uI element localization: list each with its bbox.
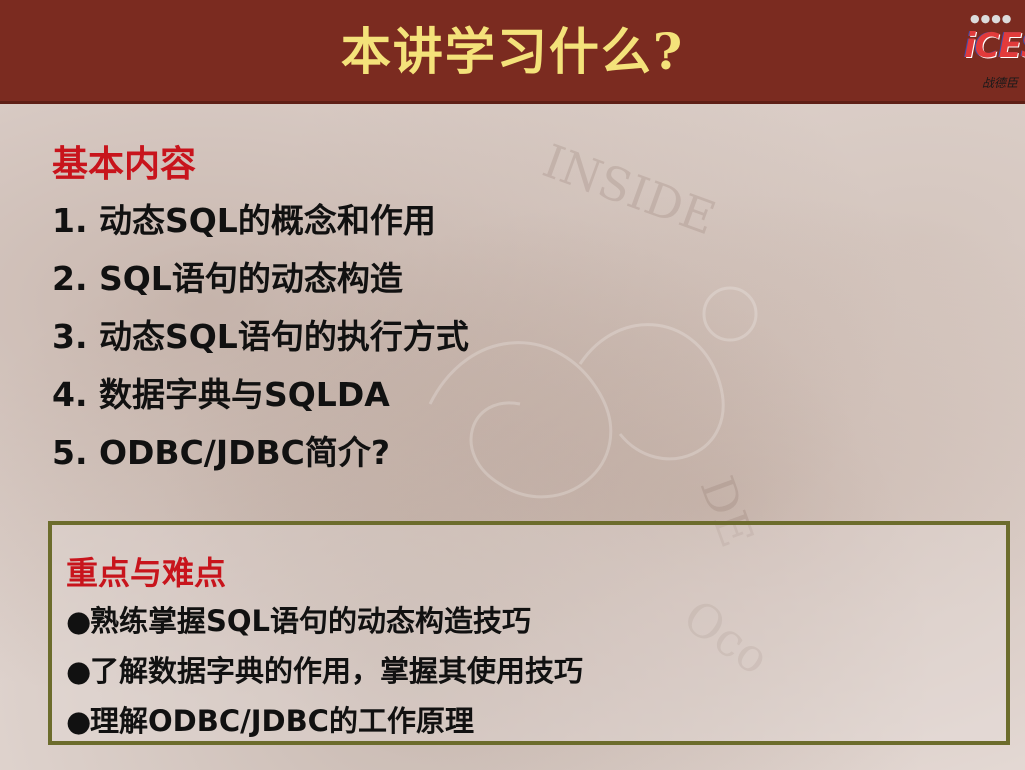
- key-points-list: ●熟练掌握SQL语句的动态构造技巧 ●了解数据字典的作用，掌握其使用技巧 ●理解…: [66, 599, 583, 749]
- basic-content-heading: 基本内容: [52, 144, 197, 185]
- key-points-heading: 重点与难点: [66, 554, 227, 592]
- bullet-icon: ●: [66, 704, 92, 738]
- logo-subtitle: 战德臣: [982, 76, 1019, 90]
- key-points-box: 重点与难点 ●熟练掌握SQL语句的动态构造技巧 ●了解数据字典的作用，掌握其使用…: [48, 521, 1010, 745]
- ices-logo: ●●●● iCES 战德臣: [962, 8, 1025, 94]
- key-point-text: 熟练掌握SQL语句的动态构造技巧: [90, 604, 532, 638]
- list-item: 2. SQL语句的动态构造: [52, 259, 403, 298]
- slide-title: 本讲学习什么?: [340, 22, 685, 81]
- bullet-icon: ●: [66, 654, 92, 688]
- list-item: 3. 动态SQL语句的执行方式: [52, 317, 469, 356]
- key-point-text: 了解数据字典的作用，掌握其使用技巧: [90, 654, 584, 688]
- logo-text: iCES: [964, 26, 1025, 66]
- list-item: ●熟练掌握SQL语句的动态构造技巧: [66, 599, 583, 649]
- list-item: ●了解数据字典的作用，掌握其使用技巧: [66, 649, 583, 699]
- basic-content-list: 1. 动态SQL的概念和作用 2. SQL语句的动态构造 3. 动态SQL语句的…: [52, 196, 469, 486]
- logo-dots-icon: ●●●●: [970, 12, 1013, 25]
- bullet-icon: ●: [66, 604, 92, 638]
- list-item: 5. ODBC/JDBC简介?: [52, 433, 391, 472]
- list-item: 1. 动态SQL的概念和作用: [52, 201, 436, 240]
- list-item: ●理解ODBC/JDBC的工作原理: [66, 699, 583, 749]
- key-point-text: 理解ODBC/JDBC的工作原理: [90, 704, 474, 738]
- list-item: 4. 数据字典与SQLDA: [52, 375, 390, 414]
